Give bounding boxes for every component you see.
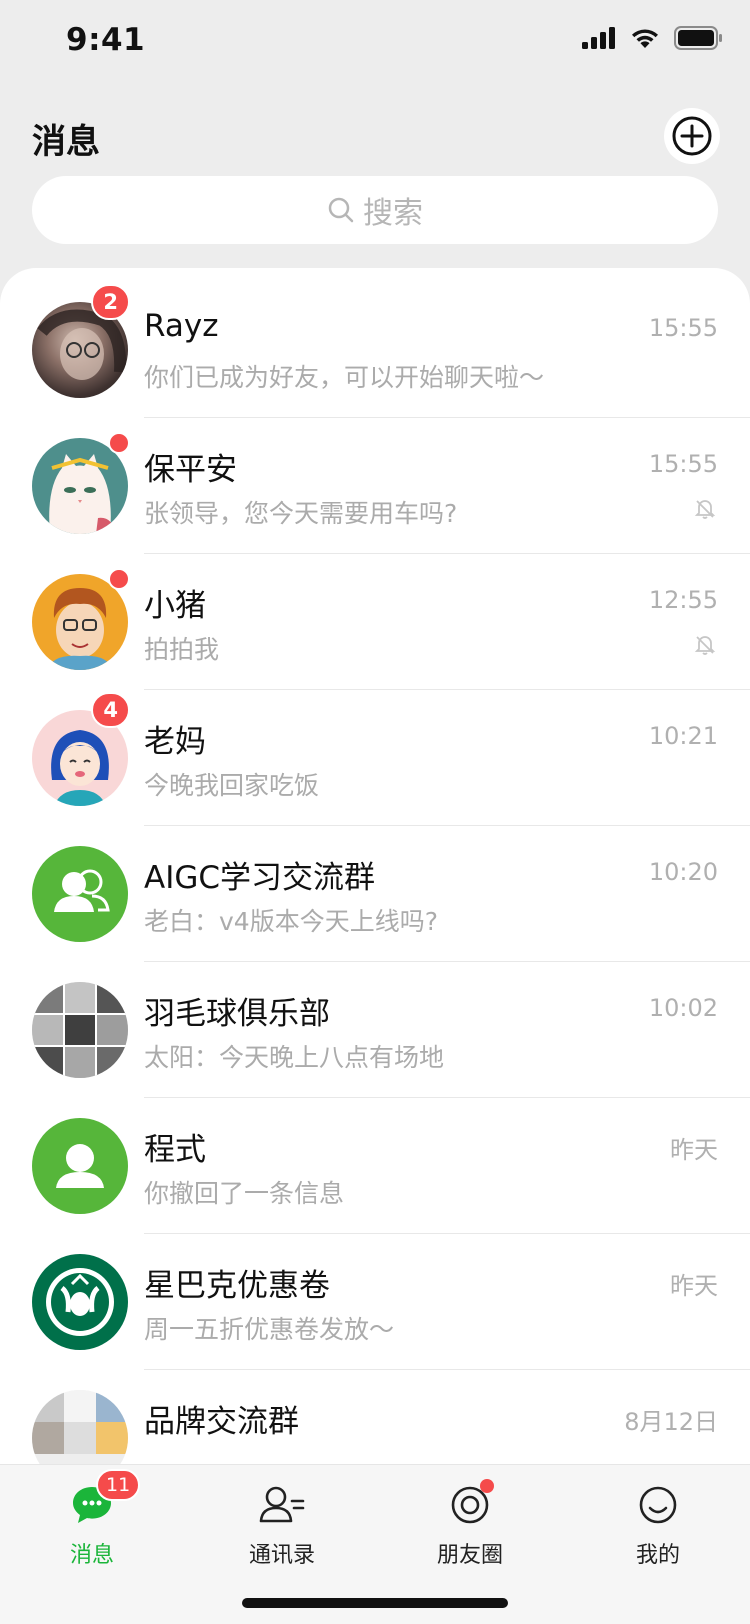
- tab-contacts[interactable]: 通讯录: [222, 1475, 342, 1569]
- page-title: 消息: [32, 122, 100, 162]
- chat-item-aigc-group[interactable]: AIGC学习交流群 老白：v4版本今天上线吗? 10:20: [0, 826, 750, 962]
- wifi-icon: [632, 29, 658, 48]
- chat-preview: 太阳：今天晚上八点有场地: [144, 1043, 445, 1072]
- search-bar[interactable]: 搜索: [32, 176, 718, 244]
- tab-label: 通讯录: [248, 1543, 315, 1568]
- tab-unread-badge: 11: [96, 1469, 141, 1501]
- chat-list: 2 Rayz 你们已成为好友，可以开始聊天啦～ 15:55 保平安 张领导，您今…: [0, 268, 750, 1624]
- signal-icon: [582, 27, 615, 49]
- avatar: [32, 1118, 128, 1214]
- chat-name: 星巴克优惠卷: [144, 1268, 330, 1304]
- chat-preview: 张领导，您今天需要用车吗?: [144, 499, 458, 528]
- avatar: [32, 846, 128, 942]
- tab-label: 朋友圈: [436, 1543, 503, 1568]
- chat-preview: 今晚我回家吃饭: [144, 771, 320, 800]
- tab-unread-dot: [480, 1479, 494, 1493]
- search-placeholder: 搜索: [363, 196, 423, 231]
- battery-icon: [674, 26, 722, 50]
- search-icon: [328, 197, 354, 223]
- chat-name: 小猪: [144, 588, 206, 624]
- chat-item-badminton-club[interactable]: 羽毛球俱乐部 太阳：今天晚上八点有场地 10:02: [0, 962, 750, 1098]
- chat-time: 10:02: [648, 994, 718, 1022]
- chat-item-baopingan[interactable]: 保平安 张领导，您今天需要用车吗? 15:55: [0, 418, 750, 554]
- unread-badge: 4: [91, 692, 130, 728]
- chat-item-laoma[interactable]: 4 老妈 今晚我回家吃饭 10:21: [0, 690, 750, 826]
- tab-moments[interactable]: 朋友圈: [410, 1475, 530, 1569]
- plus-circle-icon: [672, 116, 712, 156]
- chat-time: 8月12日: [624, 1408, 718, 1436]
- chat-name: AIGC学习交流群: [144, 860, 376, 896]
- tab-me[interactable]: 我的: [598, 1475, 718, 1569]
- chat-name: 保平安: [144, 452, 237, 488]
- chat-item-xiaozhu[interactable]: 小猪 拍拍我 12:55: [0, 554, 750, 690]
- chat-name: Rayz: [144, 308, 219, 344]
- chat-time: 10:20: [648, 858, 718, 886]
- chat-preview: 拍拍我: [144, 635, 220, 664]
- chat-time: 12:55: [648, 586, 718, 614]
- status-bar: 9:41: [0, 0, 750, 88]
- avatar: [32, 1254, 128, 1350]
- unread-badge: 2: [91, 284, 130, 320]
- chat-name: 品牌交流群: [144, 1404, 299, 1440]
- status-time: 9:41: [66, 22, 146, 58]
- mute-bell-icon: [694, 636, 716, 655]
- chat-preview: 周一五折优惠卷发放～: [144, 1315, 395, 1344]
- chat-item-chengshi[interactable]: 程式 你撤回了一条信息 昨天: [0, 1098, 750, 1234]
- chat-time: 昨天: [670, 1136, 718, 1164]
- unread-dot: [108, 568, 130, 590]
- home-indicator: [242, 1598, 508, 1608]
- tab-label: 消息: [69, 1543, 114, 1568]
- group-avatar-icon: [54, 869, 110, 912]
- chat-item-starbucks[interactable]: 星巴克优惠卷 周一五折优惠卷发放～ 昨天: [0, 1234, 750, 1370]
- smile-icon: [639, 1486, 677, 1524]
- user-avatar-icon: [56, 1144, 104, 1188]
- chat-item-rayz[interactable]: 2 Rayz 你们已成为好友，可以开始聊天啦～ 15:55: [0, 282, 750, 418]
- chat-preview: 你撤回了一条信息: [144, 1179, 345, 1208]
- starbucks-logo: [46, 1268, 114, 1336]
- avatar: [32, 982, 128, 1078]
- chat-time: 昨天: [670, 1272, 718, 1300]
- chat-preview: 你们已成为好友，可以开始聊天啦～: [144, 363, 545, 392]
- chat-time: 10:21: [648, 722, 718, 750]
- chat-name: 程式: [144, 1132, 206, 1168]
- status-icons: [582, 26, 722, 50]
- chat-time: 15:55: [648, 314, 718, 342]
- mute-bell-icon: [694, 500, 716, 519]
- tab-label: 我的: [635, 1543, 680, 1568]
- chat-time: 15:55: [648, 450, 718, 478]
- add-button[interactable]: [664, 108, 720, 164]
- chat-name: 老妈: [144, 724, 206, 760]
- tab-messages[interactable]: 11 消息: [32, 1469, 152, 1569]
- chat-preview: 老白：v4版本今天上线吗?: [144, 907, 438, 936]
- chat-name: 羽毛球俱乐部: [144, 996, 330, 1032]
- contacts-icon: [259, 1486, 305, 1523]
- unread-dot: [108, 432, 130, 454]
- header: 消息: [0, 100, 750, 170]
